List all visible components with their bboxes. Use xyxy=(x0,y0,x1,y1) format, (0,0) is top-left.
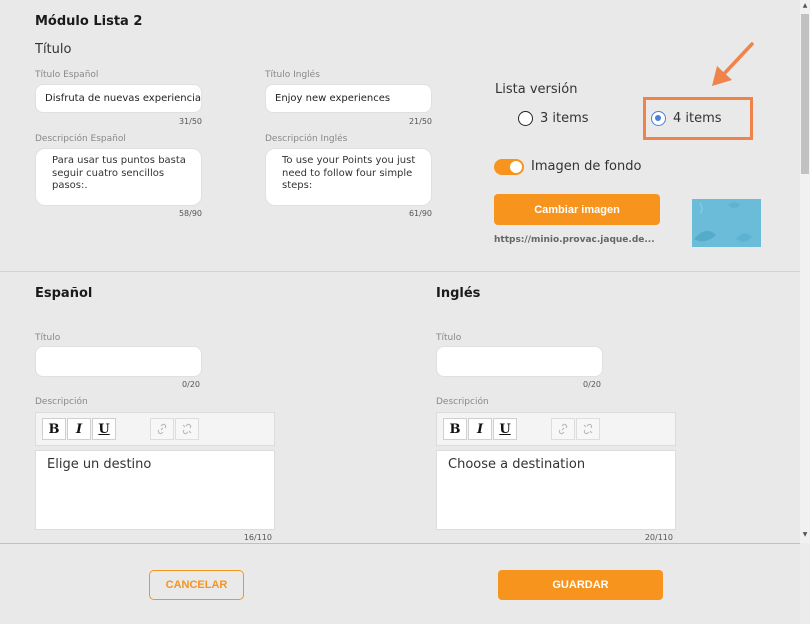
espanol-titulo-label: Título xyxy=(35,333,61,343)
ingles-titulo-counter: 0/20 xyxy=(583,380,601,389)
unlink-icon xyxy=(583,423,593,435)
title-es-counter: 31/50 xyxy=(178,117,202,126)
desc-en-label: Descripción Inglés xyxy=(265,134,348,144)
desc-es-label: Descripción Español xyxy=(35,134,126,144)
save-button[interactable]: GUARDAR xyxy=(498,570,663,600)
radio-3-items-circle[interactable] xyxy=(518,111,533,126)
ingles-desc-editor[interactable]: Choose a destination xyxy=(436,450,676,530)
espanol-titulo-counter: 0/20 xyxy=(182,380,200,389)
espanol-desc-counter: 16/110 xyxy=(243,533,272,542)
ingles-desc-label: Descripción xyxy=(436,397,489,407)
change-image-button[interactable]: Cambiar imagen xyxy=(494,194,660,225)
titulo-heading: Título xyxy=(35,42,72,57)
arrow-annotation-icon xyxy=(712,42,754,86)
lista-version-label: Lista versión xyxy=(495,82,578,97)
ingles-desc-counter: 20/110 xyxy=(644,533,673,542)
underline-button[interactable]: U xyxy=(493,418,517,440)
unlink-button[interactable] xyxy=(576,418,600,440)
bold-button[interactable]: B xyxy=(42,418,66,440)
scroll-up-arrow-icon[interactable]: ▲ xyxy=(801,2,809,10)
ingles-editor-toolbar: B I U xyxy=(436,412,676,446)
radio-4-items[interactable]: 4 items xyxy=(651,111,722,126)
ingles-heading: Inglés xyxy=(436,286,481,301)
title-es-input[interactable]: Disfruta de nuevas experiencias xyxy=(35,84,202,113)
leaf-pattern-icon xyxy=(692,199,761,247)
radio-3-items[interactable]: 3 items xyxy=(518,111,589,126)
desc-es-counter: 58/90 xyxy=(178,209,202,218)
unlink-button[interactable] xyxy=(175,418,199,440)
bold-button[interactable]: B xyxy=(443,418,467,440)
cancel-button[interactable]: CANCELAR xyxy=(149,570,244,600)
espanol-desc-label: Descripción xyxy=(35,397,88,407)
image-url: https://minio.provac.jaque.de... xyxy=(494,235,655,245)
ingles-titulo-label: Título xyxy=(436,333,462,343)
espanol-heading: Español xyxy=(35,286,93,301)
espanol-titulo-input[interactable] xyxy=(35,346,202,377)
radio-4-items-label: 4 items xyxy=(673,111,722,126)
link-icon xyxy=(558,423,568,435)
espanol-editor-toolbar: B I U xyxy=(35,412,275,446)
scroll-area[interactable]: Módulo Lista 2 Título Título Español Dis… xyxy=(0,0,800,543)
title-en-input[interactable]: Enjoy new experiences xyxy=(265,84,432,113)
background-thumbnail xyxy=(692,199,761,247)
module-modal: Módulo Lista 2 Título Título Español Dis… xyxy=(0,0,800,624)
footer-divider xyxy=(0,543,800,544)
background-image-toggle[interactable] xyxy=(494,159,524,175)
background-image-label: Imagen de fondo xyxy=(531,159,642,174)
module-heading: Módulo Lista 2 xyxy=(35,14,143,29)
scrollbar-thumb[interactable] xyxy=(801,14,809,174)
espanol-desc-editor[interactable]: Elige un destino xyxy=(35,450,275,530)
link-button[interactable] xyxy=(551,418,575,440)
desc-en-counter: 61/90 xyxy=(408,209,432,218)
radio-4-items-circle[interactable] xyxy=(651,111,666,126)
desc-en-textarea[interactable]: To use your Points you just need to foll… xyxy=(265,148,432,206)
underline-button[interactable]: U xyxy=(92,418,116,440)
section-divider xyxy=(0,271,800,272)
unlink-icon xyxy=(182,423,192,435)
scroll-down-arrow-icon[interactable]: ▼ xyxy=(801,531,809,539)
title-en-label: Título Inglés xyxy=(265,70,320,80)
radio-3-items-label: 3 items xyxy=(540,111,589,126)
title-es-label: Título Español xyxy=(35,70,99,80)
link-button[interactable] xyxy=(150,418,174,440)
italic-button[interactable]: I xyxy=(468,418,492,440)
italic-button[interactable]: I xyxy=(67,418,91,440)
title-en-counter: 21/50 xyxy=(408,117,432,126)
ingles-titulo-input[interactable] xyxy=(436,346,603,377)
desc-es-textarea[interactable]: Para usar tus puntos basta seguir cuatro… xyxy=(35,148,202,206)
link-icon xyxy=(157,423,167,435)
